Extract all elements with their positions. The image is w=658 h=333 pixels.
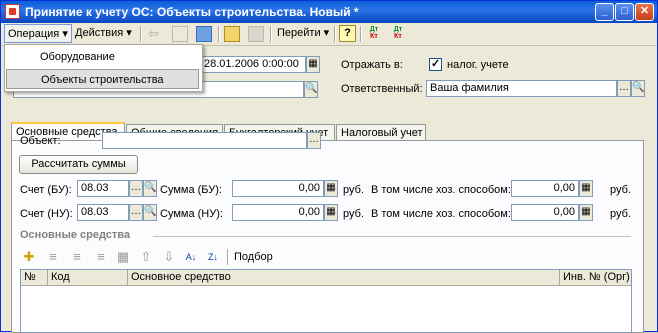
goto-label: Перейти xyxy=(277,27,321,39)
actions-label: Действия xyxy=(75,27,124,39)
sort-desc-icon[interactable]: Z↓ xyxy=(205,249,221,265)
end-edit-icon[interactable]: ▦ xyxy=(115,249,131,265)
calendar-icon[interactable]: ▦ xyxy=(306,56,320,73)
maximize-button[interactable]: □ xyxy=(615,3,634,21)
rub-label: руб. xyxy=(610,184,631,196)
column-header-inv-number[interactable]: Инв. № (Орг) xyxy=(560,270,631,286)
back-arrow-icon[interactable]: ⇦ xyxy=(148,26,164,42)
rub-label: руб. xyxy=(610,208,631,220)
column-header-code[interactable]: Код xyxy=(48,270,128,286)
dt-kt-icon[interactable]: Дт Кт xyxy=(366,26,382,42)
help-icon[interactable]: ? xyxy=(339,25,356,42)
rub-label: руб. xyxy=(343,184,364,196)
operation-label: Операция xyxy=(8,28,60,40)
column-header-number[interactable]: № xyxy=(21,270,48,286)
toolbar: Операция ▾ Действия ▾ ⇦ Перейти ▾ ? Дт Кт… xyxy=(2,23,657,46)
goto-menu-button[interactable]: Перейти ▾ xyxy=(274,24,332,43)
dropdown-arrow-icon: ▾ xyxy=(126,27,132,39)
edit-icon[interactable] xyxy=(172,26,188,42)
select-ellipsis-button[interactable]: … xyxy=(129,204,143,221)
account-nu-field[interactable]: 08.03 xyxy=(77,204,129,221)
search-icon[interactable]: 🔍 xyxy=(304,81,318,98)
operation-dropdown-menu: Оборудование Объекты строительства xyxy=(4,44,203,92)
tax-checkbox-label: налог. учете xyxy=(447,59,509,71)
tax-accounting-checkbox[interactable]: ✓ xyxy=(429,58,442,71)
close-button[interactable]: ✕ xyxy=(635,3,654,21)
account-nu-label: Счет (НУ): xyxy=(20,208,73,220)
incl-household-field[interactable]: 0,00 xyxy=(511,180,579,197)
object-label: Объект: xyxy=(20,135,61,147)
calculate-sums-button[interactable]: Рассчитать суммы xyxy=(19,155,138,174)
section-divider xyxy=(153,236,631,237)
calculator-icon[interactable]: ▦ xyxy=(579,180,593,197)
incl-household-label: В том числе хоз. способом: xyxy=(371,208,511,220)
select-ellipsis-button[interactable]: … xyxy=(617,80,631,97)
sum-bu-label: Сумма (БУ): xyxy=(160,184,222,196)
menu-item-construction-objects[interactable]: Объекты строительства xyxy=(6,69,199,89)
search-icon[interactable]: 🔍 xyxy=(631,80,645,97)
minimize-button[interactable]: _ xyxy=(595,3,614,21)
pick-button[interactable]: Подбор xyxy=(234,251,273,263)
dt-kt-report-icon[interactable]: Дт Кт xyxy=(390,26,406,42)
refresh-icon[interactable] xyxy=(196,26,212,42)
search-icon[interactable]: 🔍 xyxy=(143,180,157,197)
incl-household-label: В том числе хоз. способом: xyxy=(371,184,511,196)
section-title: Основные средства xyxy=(20,229,131,241)
actions-menu-button[interactable]: Действия ▾ xyxy=(72,24,135,43)
operation-menu-button[interactable]: Операция ▾ xyxy=(4,24,72,43)
edit-row-icon[interactable]: ≡ xyxy=(69,249,85,265)
window-title: Принятие к учету ОС: Объекты строительст… xyxy=(25,5,359,19)
object-field[interactable] xyxy=(102,132,307,149)
calculator-icon[interactable]: ▦ xyxy=(324,204,338,221)
title-bar[interactable]: Принятие к учету ОС: Объекты строительст… xyxy=(1,1,657,23)
select-ellipsis-button[interactable]: … xyxy=(307,132,321,149)
reflect-label: Отражать в: xyxy=(341,59,403,71)
account-bu-field[interactable]: 08.03 xyxy=(77,180,129,197)
sum-nu-label: Сумма (НУ): xyxy=(160,208,223,220)
tab-tax-accounting[interactable]: Налоговый учет xyxy=(336,124,426,141)
responsible-label: Ответственный: xyxy=(341,83,423,95)
add-row-icon[interactable]: ✚ xyxy=(21,249,37,265)
fixed-assets-table[interactable]: № Код Основное средство Инв. № (Орг) xyxy=(20,269,632,333)
search-icon[interactable]: 🔍 xyxy=(143,204,157,221)
menu-item-equipment[interactable]: Оборудование xyxy=(6,47,199,67)
document-window: Принятие к учету ОС: Объекты строительст… xyxy=(0,0,658,333)
select-ellipsis-button[interactable]: … xyxy=(129,180,143,197)
sort-asc-icon[interactable]: A↓ xyxy=(183,249,199,265)
rub-label: руб. xyxy=(343,208,364,220)
account-bu-label: Счет (БУ): xyxy=(20,184,72,196)
post-document-icon[interactable] xyxy=(224,26,240,42)
delete-row-icon[interactable]: ≡ xyxy=(93,249,109,265)
sum-bu-field[interactable]: 0,00 xyxy=(232,180,324,197)
dropdown-arrow-icon: ▾ xyxy=(62,28,68,40)
dropdown-arrow-icon: ▾ xyxy=(323,27,330,39)
calculator-icon[interactable]: ▦ xyxy=(324,180,338,197)
incl-household-field[interactable]: 0,00 xyxy=(511,204,579,221)
unpost-icon[interactable] xyxy=(248,26,264,42)
column-header-asset[interactable]: Основное средство xyxy=(128,270,560,286)
responsible-field[interactable]: Ваша фамилия xyxy=(426,80,617,97)
app-icon xyxy=(5,4,20,19)
date-field[interactable]: 28.01.2006 0:00:00 xyxy=(200,56,306,73)
move-down-icon[interactable]: ⇩ xyxy=(161,249,177,265)
sum-nu-field[interactable]: 0,00 xyxy=(232,204,324,221)
move-up-icon[interactable]: ⇧ xyxy=(138,249,154,265)
calculator-icon[interactable]: ▦ xyxy=(579,204,593,221)
copy-row-icon[interactable]: ≡ xyxy=(45,249,61,265)
